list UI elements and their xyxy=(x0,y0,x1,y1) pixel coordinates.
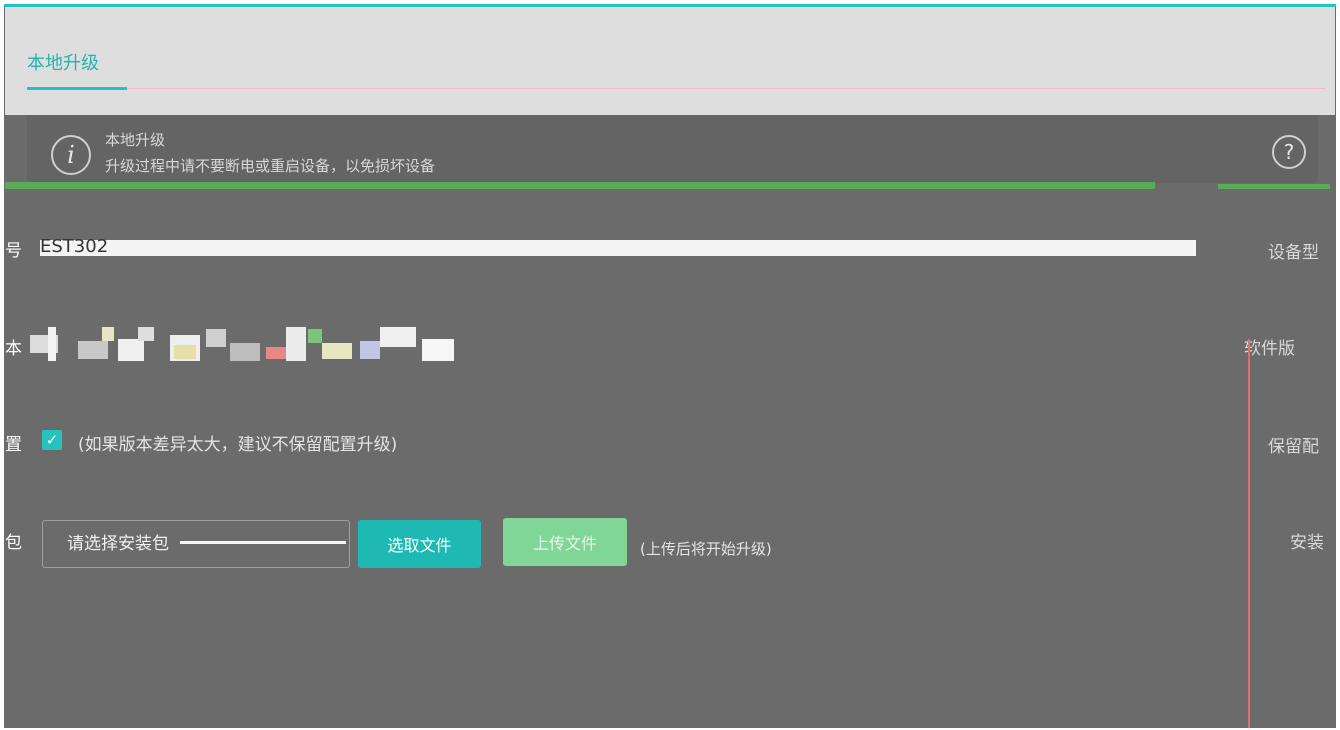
version-value-redacted xyxy=(30,325,454,361)
tab-header: 本地升级 xyxy=(5,7,1335,115)
version-label: 本 xyxy=(5,339,22,359)
package-label: 包 xyxy=(5,533,22,553)
tab-active-underline xyxy=(27,87,127,90)
help-icon[interactable]: ? xyxy=(1272,135,1306,169)
right-version-label: 软件版 xyxy=(1244,339,1295,359)
right-keep-label: 保留配 xyxy=(1268,437,1319,457)
info-description: 升级过程中请不要断电或重启设备，以免损坏设备 xyxy=(105,157,436,175)
select-file-button[interactable]: 选取文件 xyxy=(358,520,481,568)
upload-note: (上传后将开始升级) xyxy=(640,540,772,558)
tab-divider xyxy=(127,88,1325,89)
left-edge xyxy=(0,0,4,730)
package-input[interactable] xyxy=(42,520,350,568)
upload-file-button[interactable]: 上传文件 xyxy=(503,518,627,566)
right-edge xyxy=(1336,0,1340,730)
right-model-label: 设备型 xyxy=(1268,243,1319,263)
keep-config-label: 置 xyxy=(5,435,22,455)
right-package-label: 安装 xyxy=(1290,533,1324,553)
model-value: EST302 xyxy=(40,236,109,257)
panel-divider xyxy=(1248,340,1250,730)
model-value-field xyxy=(40,240,1196,256)
info-icon: i xyxy=(51,135,91,175)
progress-bar-segment xyxy=(1218,184,1330,189)
tab-local-upgrade[interactable]: 本地升级 xyxy=(27,49,99,75)
input-artifact xyxy=(180,541,346,544)
keep-config-checkbox[interactable]: ✓ xyxy=(42,430,62,450)
keep-config-note: (如果版本差异太大，建议不保留配置升级) xyxy=(78,435,398,455)
info-title: 本地升级 xyxy=(105,131,166,149)
info-banner: i 本地升级 升级过程中请不要断电或重启设备，以免损坏设备 ? xyxy=(27,115,1318,183)
progress-bar xyxy=(5,182,1155,189)
model-label: 号 xyxy=(5,241,22,261)
